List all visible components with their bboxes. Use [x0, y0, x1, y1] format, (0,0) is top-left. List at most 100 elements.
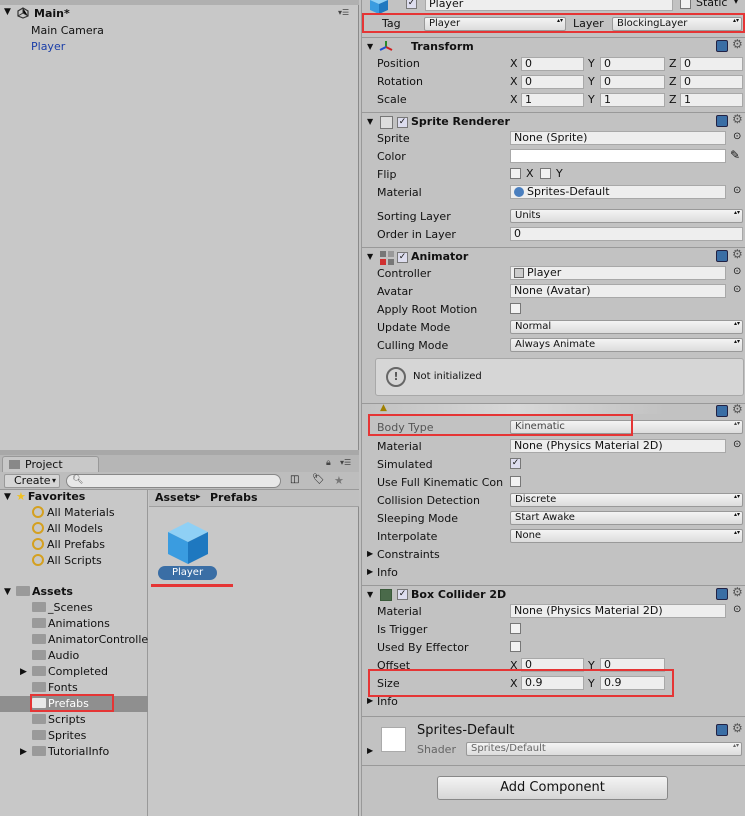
assets-header[interactable]: Assets	[16, 585, 73, 598]
offset-x-field[interactable]: 0	[521, 658, 584, 672]
scale-x-field[interactable]: 1	[521, 93, 584, 107]
simulated-checkbox[interactable]: ✓	[510, 458, 521, 469]
foldout-arrow-icon[interactable]: ▼	[367, 252, 373, 261]
foldout-arrow-icon[interactable]: ▶	[367, 567, 373, 576]
shader-dropdown[interactable]: Sprites/Default	[466, 742, 742, 756]
material-field[interactable]: Sprites-Default	[510, 185, 726, 199]
position-x-field[interactable]: 0	[521, 57, 584, 71]
breadcrumb-prefabs[interactable]: Prefabs	[210, 491, 258, 504]
tab-project[interactable]: Project	[2, 456, 99, 472]
box-collider-title[interactable]: Box Collider 2D	[411, 588, 506, 601]
bc-info-foldout[interactable]: Info	[377, 695, 398, 708]
object-picker-icon[interactable]: ⊙	[733, 266, 741, 277]
update-mode-dropdown[interactable]: Normal	[510, 320, 743, 334]
foldout-arrow-icon[interactable]: ▶	[367, 696, 373, 705]
gear-icon[interactable]: ⚙	[732, 585, 743, 599]
expand-arrow-icon[interactable]: ▶	[20, 667, 27, 677]
add-component-button[interactable]: Add Component	[437, 776, 668, 800]
folder-item[interactable]: Completed	[32, 665, 108, 678]
foldout-arrow-icon[interactable]: ▼	[367, 42, 373, 51]
gear-icon[interactable]: ⚙	[732, 721, 743, 735]
sleeping-mode-dropdown[interactable]: Start Awake	[510, 511, 743, 525]
sorting-layer-dropdown[interactable]: Units	[510, 209, 743, 223]
offset-y-field[interactable]: 0	[600, 658, 665, 672]
folder-item[interactable]: TutorialInfo	[32, 745, 109, 758]
flip-y-checkbox[interactable]	[540, 168, 551, 179]
size-x-field[interactable]: 0.9	[521, 676, 584, 690]
sprite-renderer-title[interactable]: Sprite Renderer	[411, 115, 510, 128]
help-book-icon[interactable]	[716, 724, 728, 736]
full-kinematic-checkbox[interactable]	[510, 476, 521, 487]
rotation-y-field[interactable]: 0	[600, 75, 665, 89]
expand-arrow-icon[interactable]: ▼	[4, 587, 11, 597]
filter-type-icon[interactable]: ◫	[290, 474, 304, 488]
scene-name[interactable]: Main*	[34, 7, 70, 20]
folder-item[interactable]: Scripts	[32, 713, 86, 726]
foldout-arrow-icon[interactable]: ▼	[367, 590, 373, 599]
create-dropdown[interactable]: Create ▾	[4, 474, 60, 488]
favorite-item[interactable]: All Scripts	[32, 554, 102, 567]
foldout-arrow-icon[interactable]: ▶	[367, 549, 373, 558]
position-z-field[interactable]: 0	[680, 57, 743, 71]
hierarchy-item-main-camera[interactable]: Main Camera	[31, 24, 104, 37]
controller-field[interactable]: Player	[510, 266, 726, 280]
object-picker-icon[interactable]: ⊙	[733, 284, 741, 295]
culling-mode-dropdown[interactable]: Always Animate	[510, 338, 743, 352]
favorite-item[interactable]: All Prefabs	[32, 538, 105, 551]
size-y-field[interactable]: 0.9	[600, 676, 665, 690]
layer-dropdown[interactable]: BlockingLayer	[612, 17, 742, 31]
help-book-icon[interactable]	[716, 250, 728, 262]
favorite-item[interactable]: All Models	[32, 522, 103, 535]
constraints-foldout[interactable]: Constraints	[377, 548, 440, 561]
help-book-icon[interactable]	[716, 40, 728, 52]
filter-label-icon[interactable]: 🏷︎	[312, 474, 326, 488]
folder-item[interactable]: Sprites	[32, 729, 86, 742]
order-in-layer-field[interactable]: 0	[510, 227, 743, 241]
bc-material-field[interactable]: None (Physics Material 2D)	[510, 604, 726, 618]
favorites-header[interactable]: ★ Favorites	[16, 490, 85, 503]
color-field[interactable]	[510, 149, 726, 163]
object-name-field[interactable]: Player	[425, 0, 673, 11]
gear-icon[interactable]: ⚙	[732, 402, 743, 416]
box-collider-enabled-checkbox[interactable]: ✓	[397, 589, 408, 600]
folder-item[interactable]: Animations	[32, 617, 110, 630]
object-picker-icon[interactable]: ⊙	[733, 604, 741, 615]
active-checkbox[interactable]: ✓	[406, 0, 417, 9]
animator-enabled-checkbox[interactable]: ✓	[397, 252, 408, 263]
gear-icon[interactable]: ⚙	[732, 247, 743, 261]
flip-x-checkbox[interactable]	[510, 168, 521, 179]
eyedropper-icon[interactable]: ✎	[730, 148, 740, 162]
gear-icon[interactable]: ⚙	[732, 112, 743, 126]
scale-y-field[interactable]: 1	[600, 93, 665, 107]
folder-item[interactable]: AnimatorControlle	[32, 633, 148, 646]
scene-menu-icon[interactable]: ▾☰	[338, 8, 349, 17]
transform-title[interactable]: Transform	[411, 40, 474, 53]
static-checkbox[interactable]	[680, 0, 691, 9]
folder-item[interactable]: _Scenes	[32, 601, 93, 614]
folder-item[interactable]: Audio	[32, 649, 79, 662]
search-input[interactable]: 🔍︎	[66, 474, 281, 488]
sprite-renderer-enabled-checkbox[interactable]: ✓	[397, 117, 408, 128]
object-picker-icon[interactable]: ⊙	[733, 439, 741, 450]
folder-item[interactable]: Fonts	[32, 681, 78, 694]
expand-arrow-icon[interactable]: ▼	[4, 7, 11, 17]
hierarchy-item-player[interactable]: Player	[31, 40, 65, 53]
favorite-item[interactable]: All Materials	[32, 506, 115, 519]
gear-icon[interactable]: ⚙	[732, 37, 743, 51]
avatar-field[interactable]: None (Avatar)	[510, 284, 726, 298]
rotation-x-field[interactable]: 0	[521, 75, 584, 89]
breadcrumb-assets[interactable]: Assets	[155, 491, 196, 504]
rb-info-foldout[interactable]: Info	[377, 566, 398, 579]
animator-title[interactable]: Animator	[411, 250, 468, 263]
folder-item-prefabs[interactable]: Prefabs	[32, 697, 89, 710]
sprite-field[interactable]: None (Sprite)	[510, 131, 726, 145]
expand-arrow-icon[interactable]: ▶	[20, 747, 27, 757]
apply-root-motion-checkbox[interactable]	[510, 303, 521, 314]
expand-arrow-icon[interactable]: ▼	[4, 492, 11, 502]
object-picker-icon[interactable]: ⊙	[733, 131, 741, 142]
help-book-icon[interactable]	[716, 115, 728, 127]
help-book-icon[interactable]	[716, 405, 728, 417]
rotation-z-field[interactable]: 0	[680, 75, 743, 89]
static-dropdown-arrow-icon[interactable]: ▾	[734, 0, 738, 6]
scale-z-field[interactable]: 1	[680, 93, 743, 107]
